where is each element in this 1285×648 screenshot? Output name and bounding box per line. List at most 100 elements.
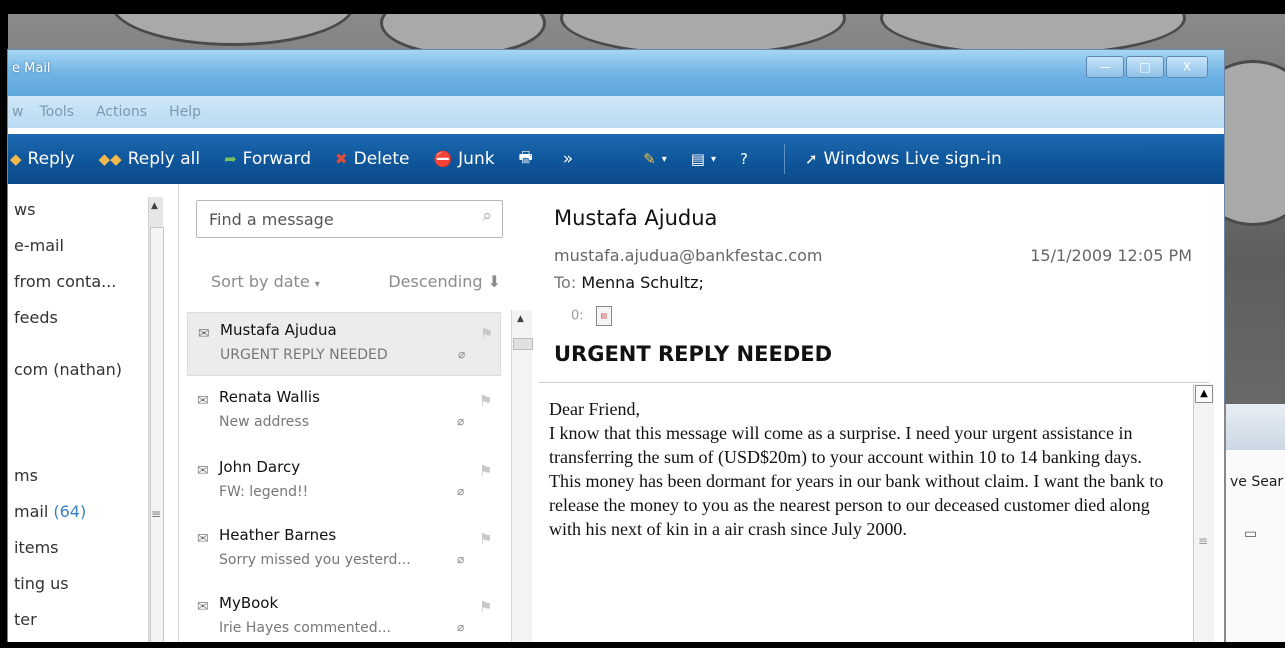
message-subject: FW: legend!! [219,484,309,500]
maximize-button[interactable]: □ [1126,56,1164,78]
menu-view[interactable]: w [12,104,23,120]
message-item[interactable]: ✉ Mustafa Ajudua URGENT REPLY NEEDED ⌀ ⚑ [187,312,501,376]
sort-by-dropdown[interactable]: Sort by date ▾ [211,272,320,291]
message-body: Dear Friend, I know that this message wi… [539,382,1209,648]
folder-item-mail[interactable]: mail (64) [14,502,86,521]
message-body-text: Dear Friend, I know that this message wi… [549,399,1164,539]
delete-label: Delete [353,149,410,169]
search-icon[interactable]: ⌕ [482,206,492,226]
scroll-thumb[interactable] [150,227,164,648]
reply-label: Reply [27,149,75,169]
flag-icon[interactable]: ⚑ [479,598,492,616]
help-button[interactable]: ? [740,150,754,168]
folder-item[interactable]: ms [14,466,38,485]
more-button[interactable]: » [563,149,573,169]
screen-border [0,642,1285,648]
menu-help[interactable]: Help [169,104,201,120]
message-sender: Heather Barnes [219,526,337,544]
message-item[interactable]: ✉ John Darcy FW: legend!! ⌀ ⚑ [187,450,499,512]
attachment-marker: 0: [571,308,584,324]
reading-pane: Mustafa Ajudua mustafa.ajudua@bankfestac… [539,184,1224,648]
delete-button[interactable]: ✖ Delete [335,149,409,169]
close-button[interactable]: X [1166,56,1208,78]
search-input[interactable]: Find a message ⌕ [196,200,503,238]
flag-icon[interactable]: ⚑ [479,392,492,410]
folder-item[interactable]: from conta... [14,272,116,291]
view-button[interactable]: ▤ ▾ [691,150,716,168]
forward-button[interactable]: ➦ Forward [224,149,311,169]
message-item[interactable]: ✉ Heather Barnes Sorry missed you yester… [187,518,499,580]
menu-bar: w Tools Actions Help [8,96,1224,128]
flag-icon[interactable]: ⚑ [479,462,492,480]
forward-label: Forward [242,149,312,169]
sort-order-toggle[interactable]: Descending ⬇ [388,272,501,291]
attachment-icon: ⌀ [457,484,465,498]
recipient-row: To: Menna Schultz; [554,273,704,292]
junk-icon: ⛔ [433,150,453,168]
toolbar: ◆ Reply ◆◆ Reply all ➦ Forward ✖ Delete … [8,134,1224,184]
reply-all-button[interactable]: ◆◆ Reply all [99,149,200,169]
attachment-icon: ⌀ [458,347,466,361]
message-item[interactable]: ✉ MyBook Irie Hayes commented... ⌀ ⚑ [187,586,499,648]
scroll-up-icon[interactable]: ▲ [1195,385,1213,403]
screen-border [0,0,8,648]
message-date: 15/1/2009 12:05 PM [1030,246,1192,265]
attachment-icon: ⌀ [457,414,465,428]
pen-icon: ✎ [643,150,656,168]
folder-item[interactable]: ting us [14,574,69,593]
scroll-thumb[interactable] [513,338,533,350]
message-subject: URGENT REPLY NEEDED [220,347,388,363]
help-icon: ? [739,150,748,168]
reply-all-label: Reply all [127,149,201,169]
junk-button[interactable]: ⛔ Junk [433,149,494,169]
envelope-icon: ✉ [197,463,209,479]
sort-by-label: Sort by date [211,272,310,291]
flag-icon[interactable]: ⚑ [479,530,492,548]
message-list-scrollbar[interactable]: ▲ [511,310,533,648]
window-title: e Mail [12,61,51,76]
compose-button[interactable]: ✎ ▾ [643,150,667,168]
message-list-pane: Find a message ⌕ Sort by date ▾ Descendi… [178,184,540,648]
minimize-button[interactable]: — [1086,56,1124,78]
reading-scrollbar[interactable]: ▲ ≡ [1193,384,1214,648]
reply-icon: ◆ [10,150,22,168]
folder-item[interactable]: ter [14,610,37,629]
print-button[interactable]: 🖶 [519,147,539,172]
delete-icon: ✖ [335,150,348,168]
scroll-up-icon[interactable]: ▲ [517,314,524,324]
windows-live-icon: ➚ [804,150,818,168]
folder-item[interactable]: com (nathan) [14,360,122,379]
menu-actions[interactable]: Actions [96,104,147,120]
junk-label: Junk [458,149,495,169]
message-subject: Irie Hayes commented... [219,620,391,636]
arrow-down-icon: ⬇ [487,272,501,291]
folder-item[interactable]: e-mail [14,236,64,255]
message-sender: John Darcy [219,458,301,476]
envelope-icon: ✉ [197,599,209,615]
folder-label: mail [14,502,49,521]
reply-button[interactable]: ◆ Reply [10,149,75,169]
attachment-icon: ⌀ [457,552,465,566]
attachment-icon: ⌀ [457,620,465,634]
reply-all-icon: ◆◆ [98,150,122,168]
folder-scrollbar[interactable]: ▲ ≡ [148,197,164,648]
folder-item[interactable]: feeds [14,308,58,327]
sort-row: Sort by date ▾ Descending ⬇ [211,272,501,291]
background-search-label: ve Sear [1230,474,1284,490]
folder-item[interactable]: items [14,538,58,557]
folder-item[interactable]: ws [14,200,35,219]
envelope-icon: ✉ [197,531,209,547]
mail-window: e Mail — □ X w Tools Actions Help ◆ Repl… [8,50,1224,648]
flag-icon[interactable]: ⚑ [480,325,493,343]
sender-email[interactable]: mustafa.ajudua@bankfestac.com [554,246,822,265]
message-item[interactable]: ✉ Renata Wallis New address ⌀ ⚑ [187,380,499,442]
document-icon[interactable]: ▤ [595,306,612,326]
recipient-name[interactable]: Menna Schultz; [581,273,704,292]
screen-border [0,0,1285,14]
signin-button[interactable]: ➚ Windows Live sign-in [805,149,1002,169]
grip-icon: ≡ [1198,534,1209,548]
background-window-header [1226,404,1285,450]
menu-tools[interactable]: Tools [39,104,74,120]
chevron-down-icon: ▾ [661,153,667,165]
scroll-up-icon[interactable]: ▲ [151,201,158,211]
